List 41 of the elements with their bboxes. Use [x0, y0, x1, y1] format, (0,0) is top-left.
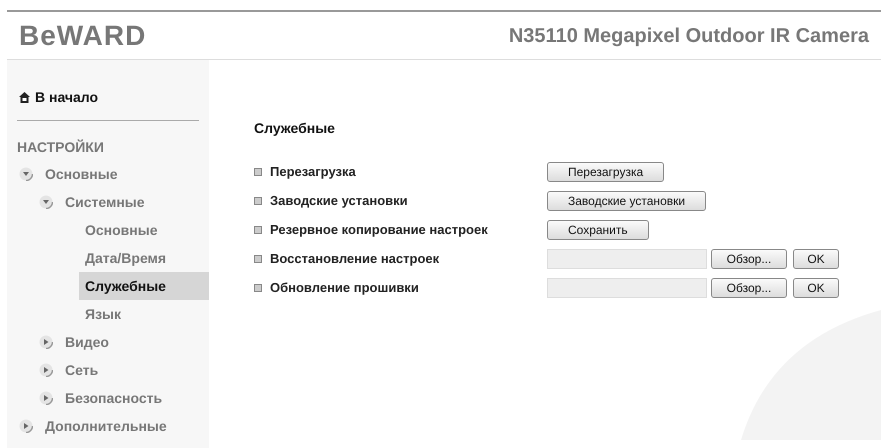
- action-button[interactable]: Обзор...: [711, 278, 787, 298]
- nav-group[interactable]: Дополнительные: [7, 412, 209, 440]
- expand-down-icon: [39, 195, 53, 209]
- action-button[interactable]: Заводские установки: [547, 191, 706, 211]
- section-heading: НАСТРОЙКИ: [16, 138, 105, 157]
- setting-label: Восстановление настроек: [270, 250, 440, 268]
- bullet-icon: [254, 226, 262, 234]
- action-button[interactable]: Обзор...: [711, 249, 787, 269]
- nav-group[interactable]: Безопасность: [7, 384, 209, 412]
- setting-label: Резервное копирование настроек: [270, 221, 489, 240]
- logo: BeWARD: [19, 18, 146, 52]
- home-link[interactable]: В начало: [35, 86, 98, 108]
- nav-group[interactable]: Видео: [7, 328, 209, 356]
- setting-label: Обновление прошивки: [270, 279, 420, 298]
- nav-item[interactable]: Язык: [79, 300, 209, 328]
- section-title: Служебные: [254, 119, 335, 138]
- nav-group[interactable]: Сеть: [7, 356, 209, 384]
- file-field[interactable]: [547, 249, 707, 269]
- bullet-icon: [254, 168, 262, 176]
- expand-down-icon: [19, 167, 33, 181]
- setting-label: Перезагрузка: [270, 163, 357, 182]
- action-button[interactable]: OK: [793, 278, 839, 298]
- nav-item[interactable]: Служебные: [79, 272, 209, 300]
- nav-item[interactable]: Дата/Время: [79, 244, 209, 272]
- home-icon: [18, 90, 31, 104]
- bullet-icon: [254, 255, 262, 263]
- expand-right-icon: [39, 363, 53, 377]
- action-button[interactable]: OK: [793, 249, 839, 269]
- page-title: N35110 Megapixel Outdoor IR Camera: [508, 24, 869, 48]
- expand-right-icon: [19, 419, 33, 433]
- bullet-icon: [254, 284, 262, 292]
- expand-right-icon: [39, 335, 53, 349]
- nav-group[interactable]: Системные: [7, 188, 209, 216]
- expand-right-icon: [39, 391, 53, 405]
- setting-label: Заводские установки: [270, 192, 409, 210]
- nav-item[interactable]: Основные: [79, 216, 209, 244]
- file-field[interactable]: [547, 278, 707, 298]
- bullet-icon: [254, 197, 262, 205]
- action-button[interactable]: Перезагрузка: [547, 162, 664, 182]
- nav-group[interactable]: Основные: [7, 160, 209, 188]
- action-button[interactable]: Сохранить: [547, 220, 649, 240]
